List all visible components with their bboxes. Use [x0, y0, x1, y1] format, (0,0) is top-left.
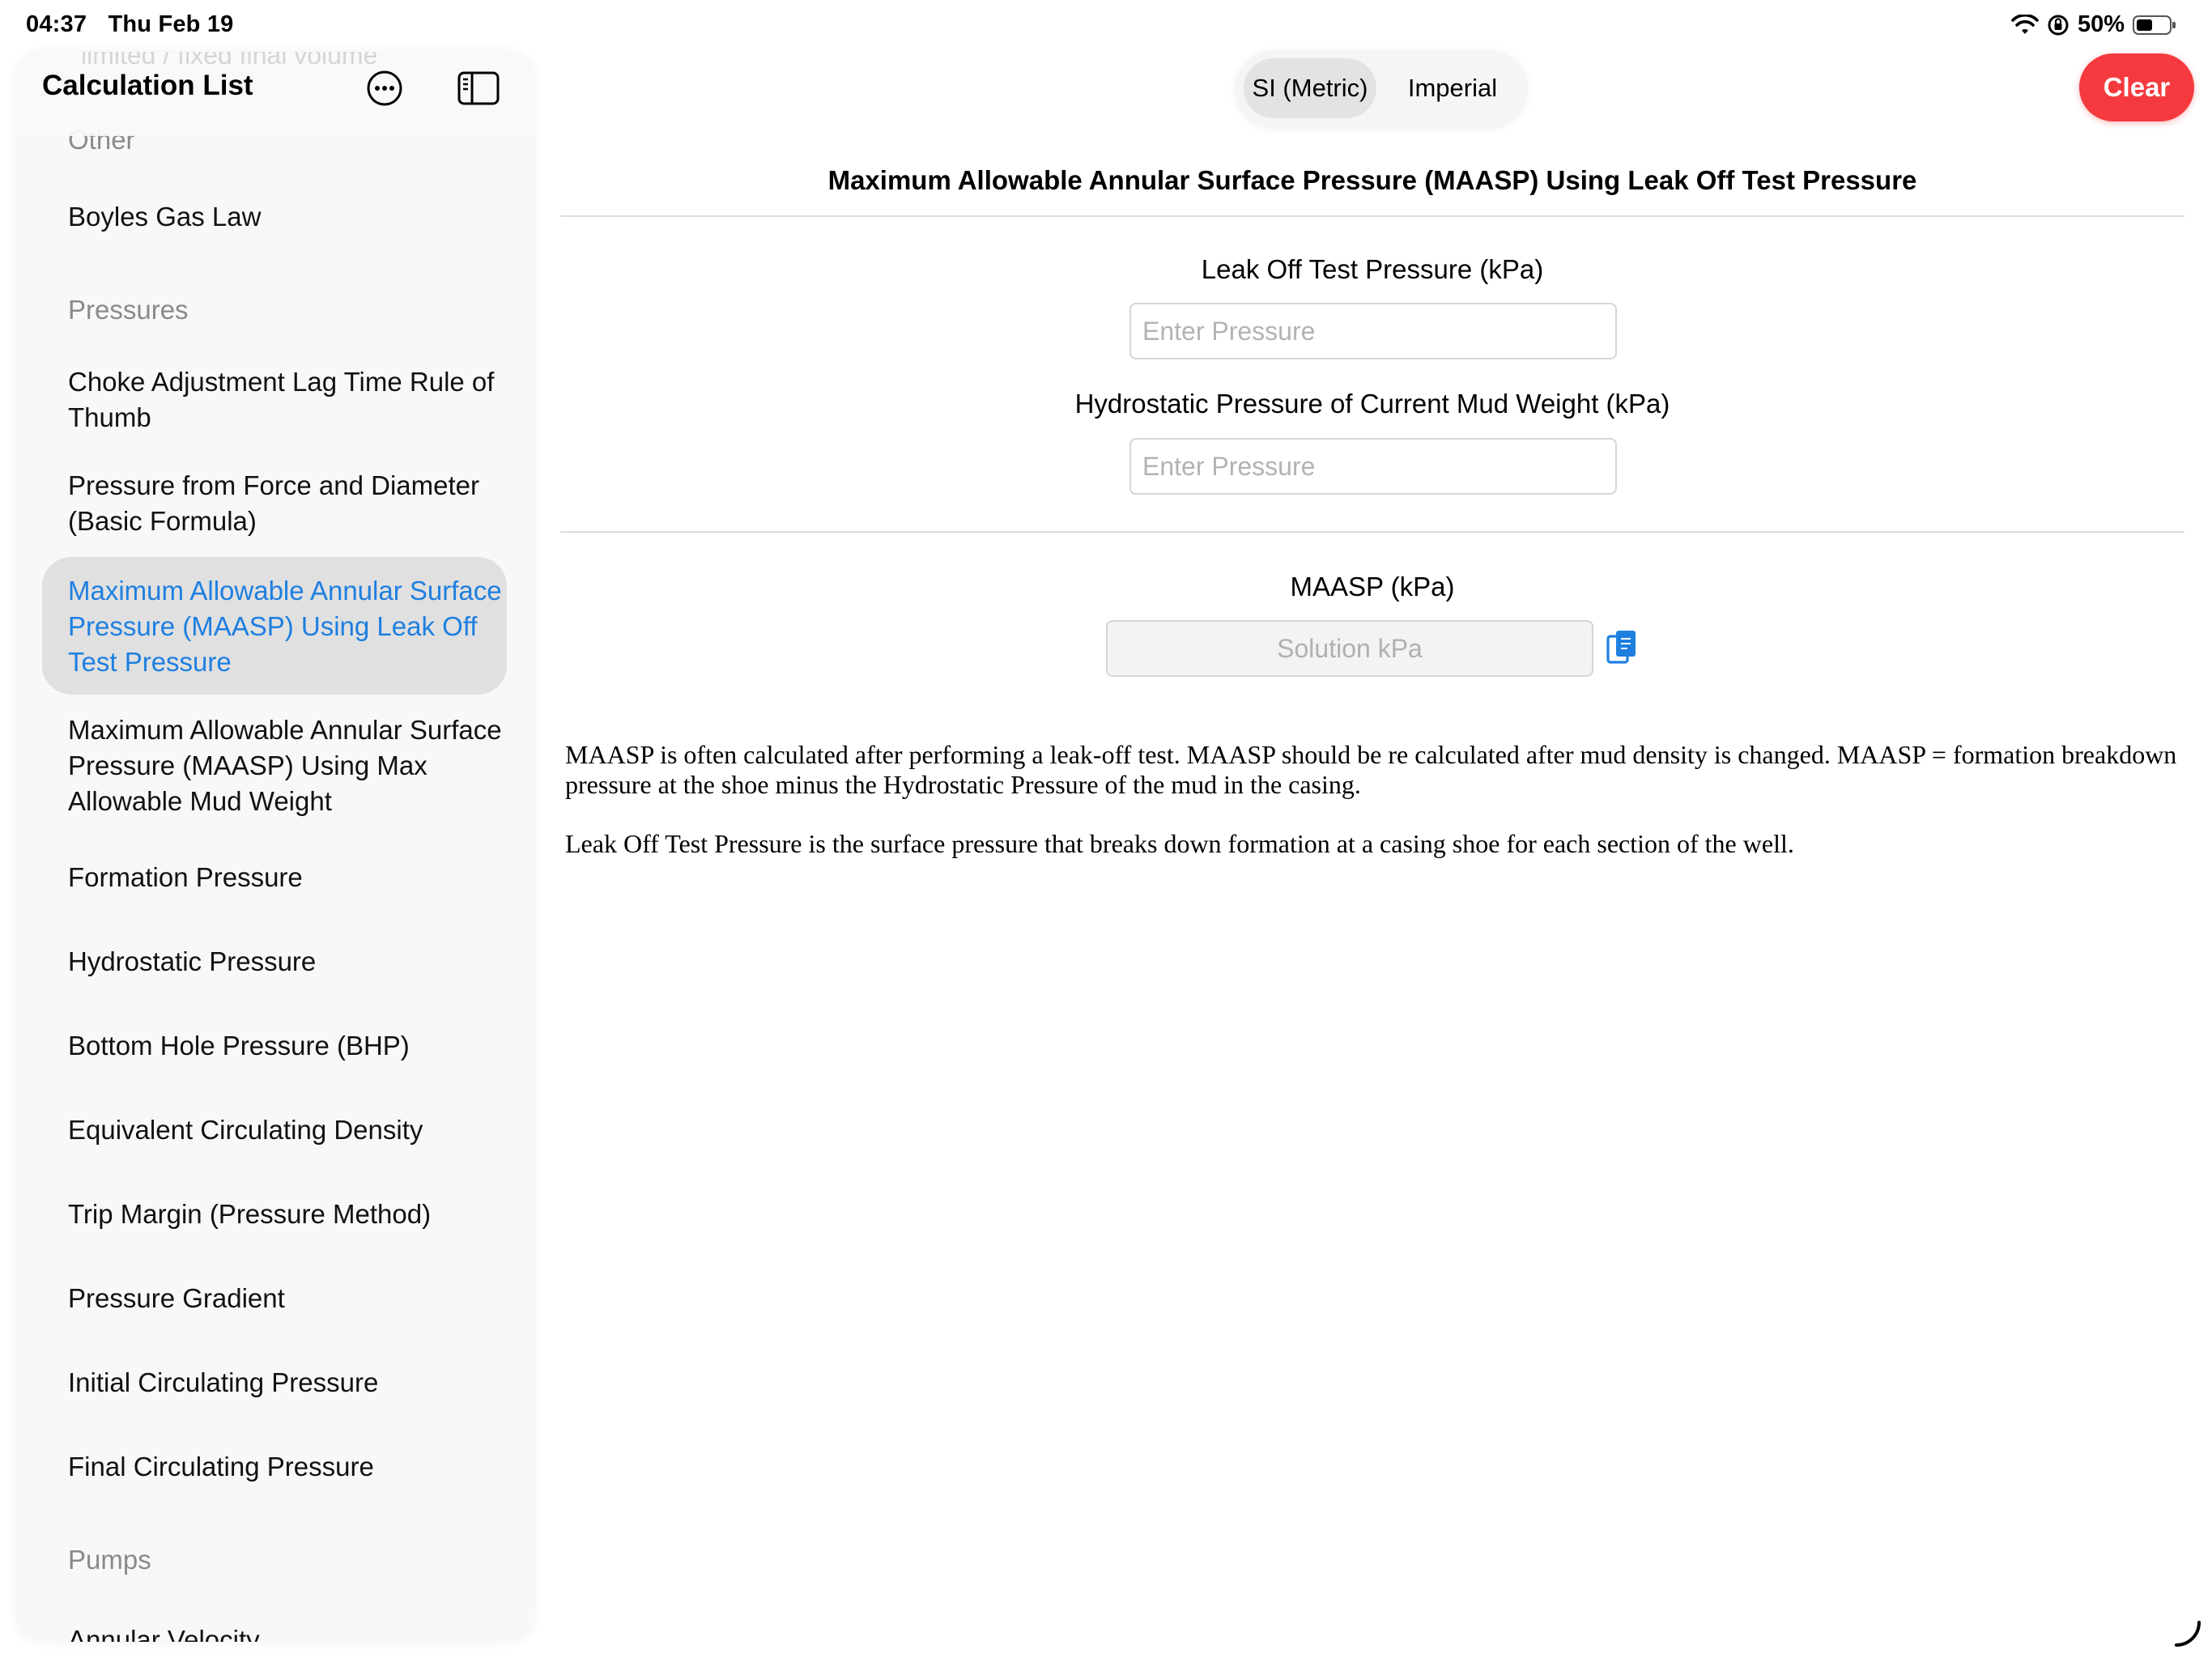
list-item[interactable]: Trip Margin (Pressure Method)	[68, 1197, 505, 1232]
sidebar: Other Boyles Gas Law Pressures Choke Adj…	[16, 52, 534, 1642]
battery-percent: 50%	[2077, 11, 2125, 37]
list-item[interactable]: Final Circulating Pressure	[68, 1449, 505, 1485]
description-paragraph-1: MAASP is often calculated after performi…	[565, 740, 2177, 799]
list-item[interactable]: Equivalent Circulating Density	[68, 1112, 505, 1148]
more-options-button[interactable]	[363, 66, 406, 110]
list-item[interactable]: Maximum Allowable Annular Surface Pressu…	[68, 712, 505, 819]
list-item[interactable]: Pressure Gradient	[68, 1281, 505, 1316]
title-divider	[560, 215, 2184, 217]
copy-result-button[interactable]	[1605, 628, 1640, 667]
sidebar-title: Calculation List	[42, 70, 253, 101]
list-item-selected[interactable]: Maximum Allowable Annular Surface Pressu…	[68, 573, 505, 680]
list-item[interactable]: Hydrostatic Pressure	[68, 944, 505, 980]
list-item[interactable]: Boyles Gas Law	[68, 199, 505, 235]
list-item[interactable]: Initial Circulating Pressure	[68, 1365, 505, 1401]
inputs-divider	[560, 531, 2184, 533]
sidebar-toggle-button[interactable]	[457, 66, 500, 110]
status-date: Thu Feb 19	[108, 11, 234, 37]
status-bar-left: 04:37 Thu Feb 19	[26, 11, 249, 38]
result-label: MAASP (kPa)	[1290, 572, 1455, 602]
wifi-icon	[2011, 14, 2039, 34]
sidebar-header: limited / fixed final volume Calculation…	[16, 52, 534, 136]
hydrostatic-pressure-input[interactable]: Enter Pressure	[1129, 438, 1617, 495]
list-item[interactable]: Bottom Hole Pressure (BHP)	[68, 1028, 505, 1064]
list-item[interactable]: Annular Velocity	[68, 1622, 505, 1642]
list-item[interactable]: Formation Pressure	[68, 860, 505, 895]
page-title: Maximum Allowable Annular Surface Pressu…	[827, 165, 1917, 195]
field-label-leak-off-test-pressure: Leak Off Test Pressure (kPa)	[1201, 254, 1544, 284]
battery-icon	[2133, 15, 2176, 35]
description-paragraph-2: Leak Off Test Pressure is the surface pr…	[565, 829, 1794, 858]
segment-imperial[interactable]: Imperial	[1386, 58, 1519, 118]
list-item[interactable]: Choke Adjustment Lag Time Rule of Thumb	[68, 364, 505, 436]
field-label-hydrostatic-pressure: Hydrostatic Pressure of Current Mud Weig…	[1074, 389, 1670, 419]
section-header-pressures: Pressures	[68, 295, 189, 325]
section-header-pumps: Pumps	[68, 1545, 151, 1575]
sidebar-toggle-icon	[457, 71, 500, 105]
battery-fill	[2137, 19, 2152, 31]
ellipsis-circle-icon	[367, 70, 402, 106]
resize-corner-icon	[2175, 1621, 2201, 1647]
segment-si-metric[interactable]: SI (Metric)	[1244, 58, 1376, 118]
list-item[interactable]: Pressure from Force and Diameter (Basic …	[68, 468, 505, 539]
scrolled-item-ghost: limited / fixed final volume	[81, 52, 378, 70]
screen: 04:37 Thu Feb 19 50% Other Boyles Gas La…	[0, 0, 2212, 1658]
orientation-lock-icon	[2048, 15, 2069, 35]
status-time: 04:37	[26, 11, 87, 37]
copy-icon	[1606, 631, 1636, 664]
clear-button[interactable]: Clear	[2079, 53, 2194, 121]
maasp-solution-field: Solution kPa	[1106, 620, 1593, 677]
status-bar-right: 50%	[2011, 11, 2176, 38]
leak-off-test-pressure-input[interactable]: Enter Pressure	[1129, 303, 1617, 359]
unit-segmented-control: SI (Metric) Imperial	[1236, 50, 1527, 126]
